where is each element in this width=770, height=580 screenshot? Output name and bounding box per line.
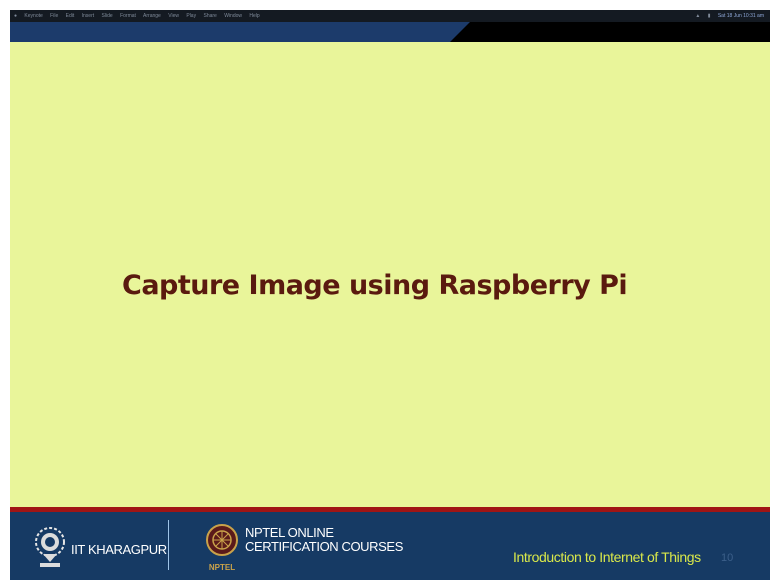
slide-body: Capture Image using Raspberry Pi xyxy=(10,42,770,507)
nptel-line-1: NPTEL ONLINE xyxy=(245,525,334,540)
menu-insert[interactable]: Insert xyxy=(82,13,95,19)
institute-name: IIT KHARAGPUR xyxy=(71,542,167,557)
wifi-icon[interactable]: ▲ xyxy=(695,13,700,19)
nptel-logo-icon: NPTEL xyxy=(206,524,238,572)
banner-dark-wedge xyxy=(450,22,770,42)
screen: ● Keynote File Edit Insert Slide Format … xyxy=(0,0,770,580)
menu-bar: ● Keynote File Edit Insert Slide Format … xyxy=(10,10,770,22)
slide-title: Capture Image using Raspberry Pi xyxy=(122,270,628,301)
menu-bar-left: ● Keynote File Edit Insert Slide Format … xyxy=(14,10,266,22)
nptel-logo-text: NPTEL xyxy=(209,563,235,572)
battery-icon[interactable]: ▮ xyxy=(708,13,711,19)
slide-footer: IIT KHARAGPUR NPTEL NPTEL ONLINE CERTIFI… xyxy=(10,512,770,580)
menu-file[interactable]: File xyxy=(50,13,58,19)
menu-play[interactable]: Play xyxy=(186,13,196,19)
menu-view[interactable]: View xyxy=(168,13,179,19)
menu-format[interactable]: Format xyxy=(120,13,136,19)
menu-clock[interactable]: Sat 18 Jun 10:31 am xyxy=(718,13,764,19)
iit-kharagpur-emblem-icon xyxy=(35,527,65,567)
menu-slide[interactable]: Slide xyxy=(102,13,113,19)
menu-window[interactable]: Window xyxy=(224,13,242,19)
nptel-text: NPTEL ONLINE CERTIFICATION COURSES xyxy=(245,526,403,554)
app-name-menu[interactable]: Keynote xyxy=(24,13,42,19)
slide-number: 10 xyxy=(721,552,734,564)
nptel-line-2: CERTIFICATION COURSES xyxy=(245,539,403,554)
menu-bar-right: ▲ ▮ Sat 18 Jun 10:31 am xyxy=(689,10,764,22)
menu-share[interactable]: Share xyxy=(203,13,216,19)
menu-edit[interactable]: Edit xyxy=(66,13,75,19)
menu-help[interactable]: Help xyxy=(249,13,259,19)
footer-divider xyxy=(168,520,169,570)
course-title: Introduction to Internet of Things xyxy=(513,549,701,565)
slide-top-banner xyxy=(10,22,770,42)
menu-arrange[interactable]: Arrange xyxy=(143,13,161,19)
apple-icon[interactable]: ● xyxy=(14,13,17,19)
